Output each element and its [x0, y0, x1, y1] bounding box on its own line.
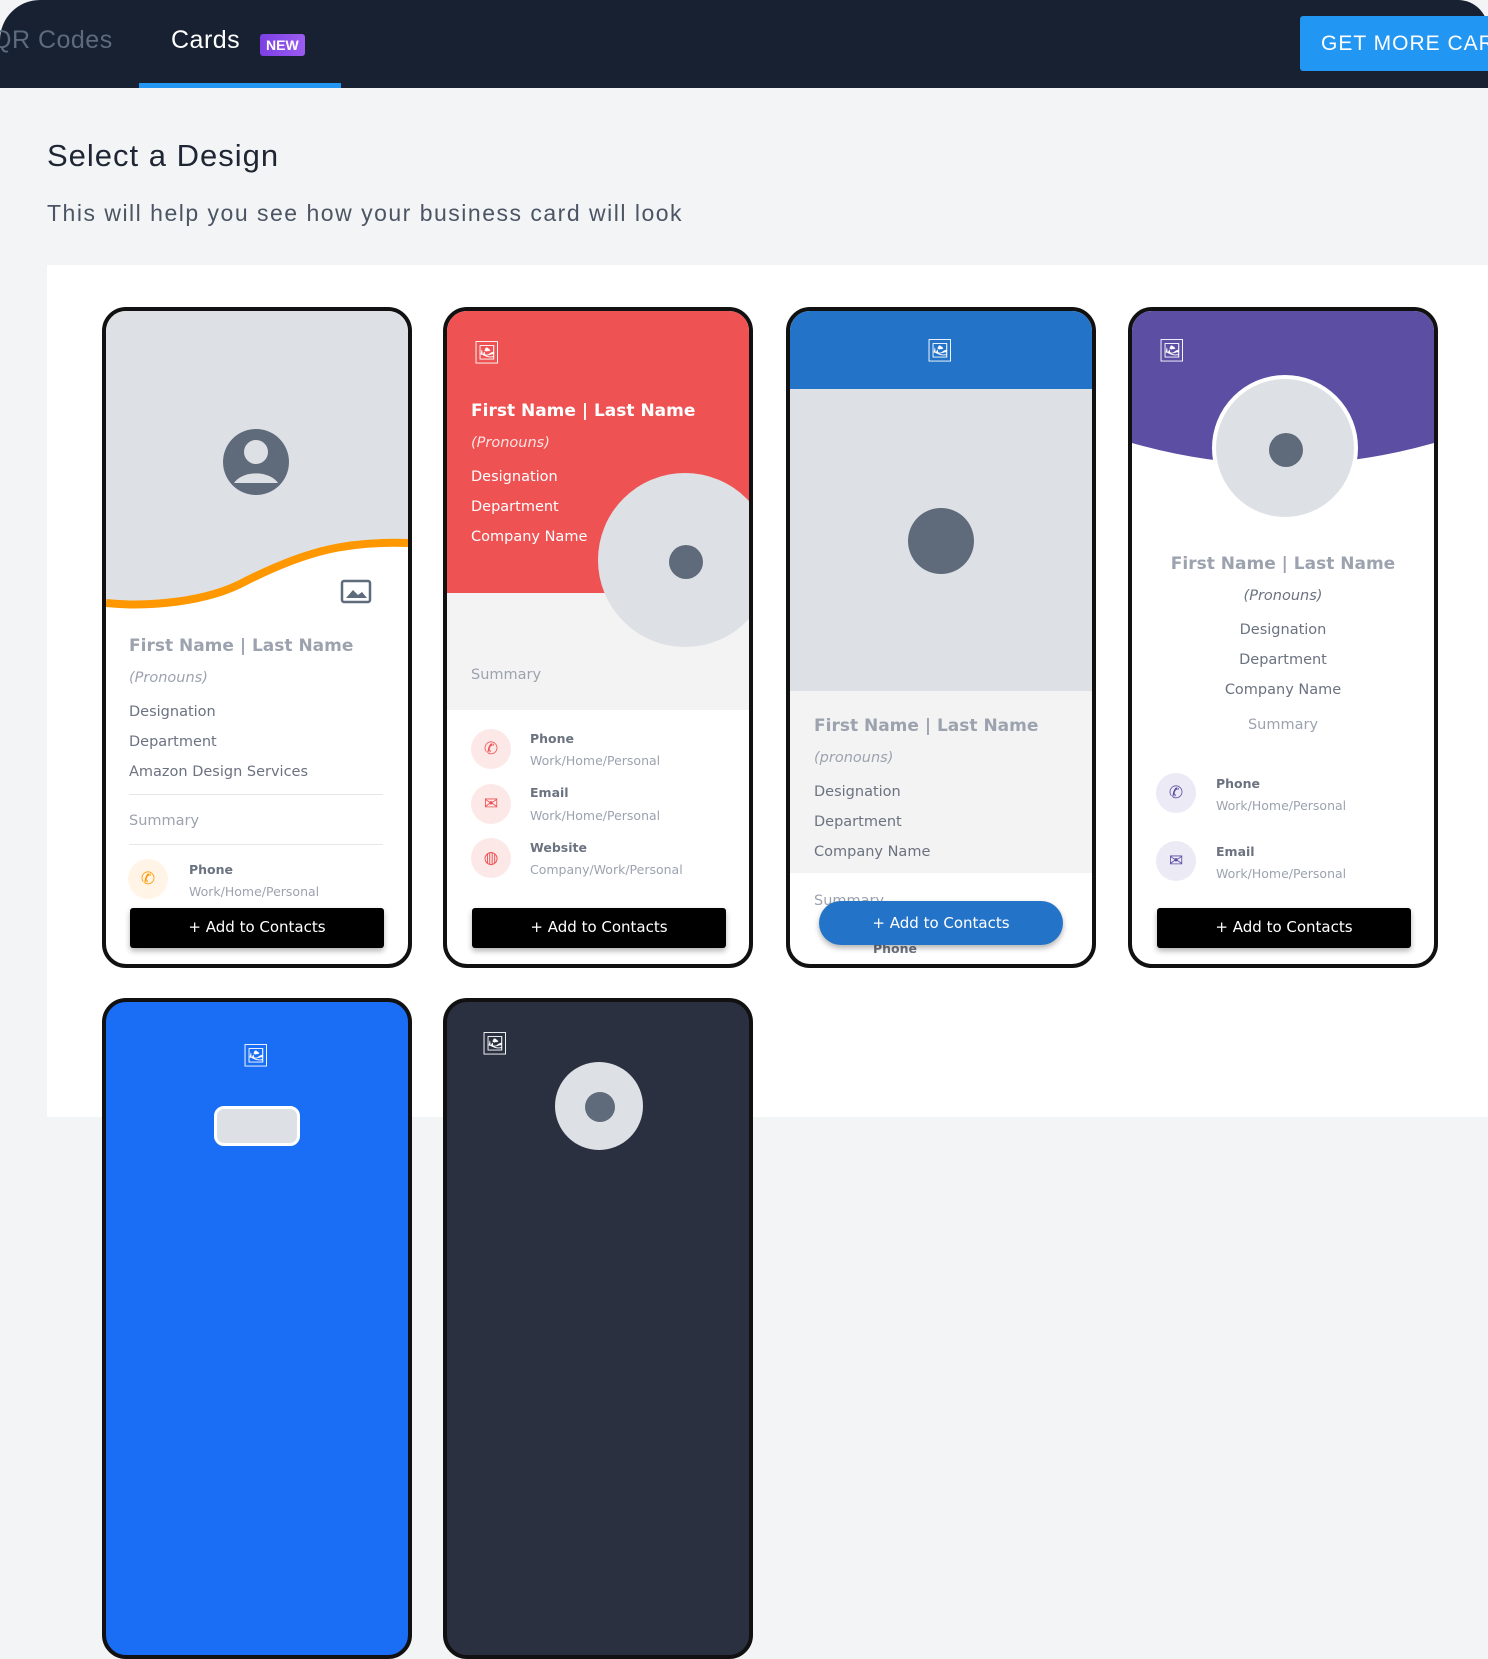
- add-to-contacts-button[interactable]: + Add to Contacts: [130, 908, 384, 948]
- email-icon: ✉: [471, 784, 511, 824]
- divider: [129, 794, 383, 795]
- card-department: Department: [471, 499, 559, 515]
- card-name: First Name | Last Name: [129, 636, 354, 656]
- image-icon: 🖼: [242, 1044, 270, 1069]
- card-department: Department: [129, 734, 217, 750]
- card-department: Department: [1239, 652, 1327, 668]
- card-company: Company Name: [814, 844, 931, 860]
- phone-sub: Work/Home/Personal: [189, 884, 320, 899]
- phone-sub: Work/Home/Personal: [530, 753, 661, 768]
- avatar-icon: [669, 545, 703, 579]
- avatar-icon: [1269, 433, 1303, 467]
- card-summary: Summary: [1247, 717, 1319, 733]
- tab-cards[interactable]: Cards: [171, 26, 240, 55]
- phone-icon: ✆: [1156, 773, 1196, 813]
- image-icon: 🖼: [1158, 339, 1186, 364]
- card-designation: Designation: [1239, 622, 1327, 638]
- card-company: Company Name: [471, 529, 588, 545]
- design-card-5[interactable]: 🖼: [102, 998, 412, 1659]
- image-icon: 🖼: [481, 1032, 509, 1057]
- design-card-4[interactable]: 🖼 First Name | Last Name (Pronouns) Desi…: [1128, 307, 1438, 968]
- avatar-icon: [908, 508, 974, 574]
- design-card-2[interactable]: 🖼 First Name | Last Name (Pronouns) Desi…: [443, 307, 753, 968]
- card-company: Company Name: [1224, 682, 1342, 698]
- add-to-contacts-button[interactable]: + Add to Contacts: [472, 908, 726, 948]
- card-department: Department: [814, 814, 902, 830]
- image-icon: [340, 579, 372, 604]
- email-icon: ✉: [1156, 841, 1196, 881]
- card-pronouns: (Pronouns): [471, 435, 550, 451]
- email-label: Email: [1216, 844, 1255, 859]
- globe-icon: ◍: [471, 838, 511, 878]
- card-designation: Designation: [471, 469, 558, 485]
- image-icon: 🖼: [926, 339, 954, 364]
- card-name: First Name | Last Name: [814, 716, 1039, 736]
- phone-label: Phone: [1216, 776, 1261, 791]
- add-to-contacts-button[interactable]: + Add to Contacts: [819, 901, 1063, 945]
- card-name: First Name | Last Name: [471, 401, 696, 421]
- active-tab-indicator: [139, 83, 341, 88]
- card-pronouns: (Pronouns): [1243, 588, 1323, 604]
- new-badge: NEW: [260, 34, 305, 56]
- design-card-1[interactable]: First Name | Last Name (Pronouns) Design…: [102, 307, 412, 968]
- phone-icon: ✆: [471, 729, 511, 769]
- card-summary: Summary: [471, 667, 542, 683]
- phone-sub: Work/Home/Personal: [1216, 798, 1347, 813]
- avatar: [214, 1106, 300, 1146]
- email-sub: Work/Home/Personal: [1216, 866, 1347, 881]
- top-nav: QR Codes Cards NEW GET MORE CARDS: [0, 0, 1488, 88]
- email-label: Email: [530, 785, 569, 800]
- avatar-icon: [585, 1092, 615, 1122]
- card-summary: Summary: [129, 813, 200, 829]
- page-title: Select a Design: [47, 138, 280, 173]
- image-icon: 🖼: [473, 341, 501, 366]
- card-company: Amazon Design Services: [129, 764, 309, 780]
- get-more-cards-button[interactable]: GET MORE CARDS: [1300, 16, 1488, 71]
- website-sub: Company/Work/Personal: [530, 862, 683, 877]
- card-designation: Designation: [814, 784, 901, 800]
- phone-icon: ✆: [128, 859, 168, 899]
- phone-label: Phone: [530, 731, 575, 746]
- tab-qr-codes[interactable]: QR Codes: [0, 26, 113, 55]
- design-card-3[interactable]: 🖼 First Name | Last Name (pronouns) Desi…: [786, 307, 1096, 968]
- phone-label: Phone: [189, 862, 234, 877]
- add-to-contacts-button[interactable]: + Add to Contacts: [1157, 908, 1411, 948]
- divider: [129, 844, 383, 845]
- card-designation: Designation: [129, 704, 216, 720]
- card-header-wave: [106, 311, 408, 609]
- design-card-6[interactable]: 🖼: [443, 998, 753, 1659]
- email-sub: Work/Home/Personal: [530, 808, 661, 823]
- card-pronouns: (pronouns): [814, 750, 894, 766]
- page-subtitle: This will help you see how your business…: [47, 200, 684, 226]
- website-label: Website: [530, 840, 587, 855]
- card-pronouns: (Pronouns): [129, 670, 208, 686]
- card-name: First Name | Last Name: [1170, 554, 1396, 574]
